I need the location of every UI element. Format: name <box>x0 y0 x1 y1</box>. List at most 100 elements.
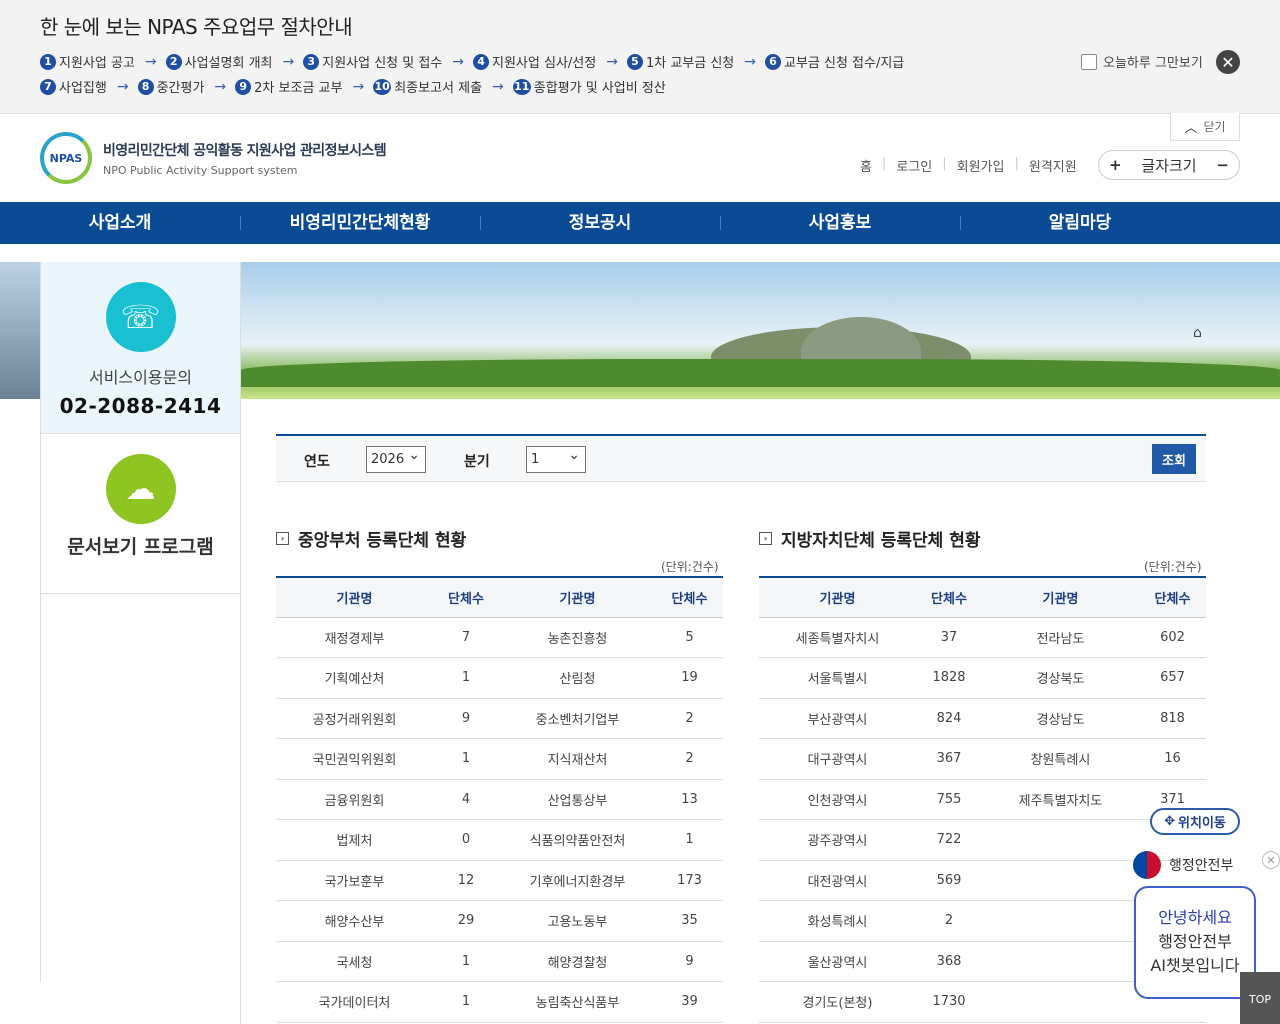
org-count-cell: 0 <box>433 819 499 861</box>
guide-close-tab[interactable]: ︿ 닫기 <box>1170 113 1240 141</box>
arrow-right-icon: → <box>116 78 129 95</box>
service-inquiry-box: ☏ 서비스이용문의 02-2088-2414 <box>41 262 240 434</box>
guide-step: 6 교부금 신청 접수/지급 <box>764 52 905 71</box>
table-row: 공정거래위원회 9 중소벤처기업부 2 <box>276 698 723 739</box>
home-icon[interactable]: ⌂ <box>1193 325 1202 341</box>
year-select[interactable]: 2026 <box>366 443 426 473</box>
agency-name-cell: 서울특별시 <box>759 657 916 699</box>
step-number-badge: 1 <box>40 53 56 70</box>
step-label: 최종보고서 제출 <box>394 81 483 96</box>
doc-viewer-label: 문서보기 프로그램 <box>67 536 214 558</box>
sidebar: ☏ 서비스이용문의 02-2088-2414 ☁ 문서보기 프로그램 <box>41 262 241 1024</box>
font-decrease-button[interactable]: − <box>1216 156 1229 174</box>
font-increase-button[interactable]: + <box>1109 156 1122 174</box>
table-row: 해양수산부 29 고용노동부 35 <box>276 900 723 942</box>
agency-name-cell: 대구광역시 <box>759 738 916 780</box>
agency-name-cell: 경상남도 <box>982 698 1139 739</box>
step-number-badge: 10 <box>373 78 392 95</box>
org-count-cell: 2 <box>656 698 723 739</box>
phone-chat-icon: ☏ <box>105 282 176 352</box>
service-phone: 02-2088-2414 <box>59 394 222 418</box>
agency-name-cell: 국세청 <box>276 941 433 982</box>
remote-support-link[interactable]: 원격지원 <box>1029 156 1077 175</box>
font-size-control: + 글자크기 − <box>1098 150 1240 180</box>
org-count-cell: 1 <box>433 738 499 780</box>
table-row: 인천광역시 755 제주특별자치도 371 <box>759 779 1206 820</box>
step-number-badge: 11 <box>512 78 531 95</box>
org-count-cell: 16 <box>1139 738 1206 780</box>
step-number-badge: 7 <box>40 78 56 95</box>
step-number-badge: 9 <box>235 78 252 95</box>
step-label: 사업집행 <box>59 81 107 96</box>
table-row: 국민권익위원회 1 지식재산처 2 <box>276 738 723 780</box>
today-label: 오늘하루 그만보기 <box>1103 56 1203 71</box>
org-count-cell: 602 <box>1139 617 1206 658</box>
agency-name-cell: 농림축산식품부 <box>499 981 656 1023</box>
table-row: 대구광역시 367 창원특례시 16 <box>759 738 1206 780</box>
org-count-cell: 35 <box>656 900 723 942</box>
agency-name-cell: 산업통상부 <box>499 779 656 820</box>
arrow-right-icon: → <box>606 53 618 70</box>
search-button[interactable]: 조회 <box>1152 444 1196 474</box>
central-section-title: › 중앙부처 등록단체 현황 <box>276 526 466 551</box>
signup-link[interactable]: 회원가입 <box>957 156 1005 175</box>
arrow-right-icon: → <box>352 78 365 95</box>
org-count-cell: 5 <box>656 617 723 658</box>
agency-name-cell: 공정거래위원회 <box>276 698 433 739</box>
today-dismiss[interactable]: 오늘하루 그만보기 <box>1081 52 1203 71</box>
local-title-text: 지방자치단체 등록단체 현황 <box>781 531 981 551</box>
nav-item-intro[interactable]: 사업소개 <box>0 202 240 244</box>
close-tab-label: 닫기 <box>1203 120 1226 134</box>
home-link[interactable]: 홈 <box>860 156 872 175</box>
location-move-button[interactable]: ✥ 위치이동 <box>1150 808 1240 835</box>
section-bullet-icon: › <box>276 532 289 545</box>
chatbot-bubble[interactable]: 안녕하세요 행정안전부 AI챗봇입니다 <box>1134 886 1256 999</box>
org-count-cell: 1828 <box>916 657 982 699</box>
guide-step: 3 지원사업 신청 및 접수 <box>303 52 442 71</box>
step-label: 사업설명회 개최 <box>184 56 273 71</box>
org-count-cell: 9 <box>433 698 499 739</box>
step-number-badge: 3 <box>303 53 320 70</box>
nav-item-promotion[interactable]: 사업홍보 <box>720 202 960 244</box>
col-header: 단체수 <box>433 576 499 618</box>
chat-line2: 행정안전부 <box>1158 932 1232 951</box>
quarter-select[interactable]: 1 <box>526 443 586 473</box>
arrow-right-icon: → <box>144 53 157 70</box>
agency-name-cell: 재정경제부 <box>276 617 433 658</box>
org-count-cell: 39 <box>656 981 723 1023</box>
scroll-top-button[interactable]: TOP <box>1240 972 1280 1024</box>
guide-step: 1 지원사업 공고 <box>40 52 135 71</box>
org-count-cell: 37 <box>916 617 982 658</box>
step-label: 교부금 신청 접수/지급 <box>783 56 905 71</box>
nav-item-status[interactable]: 비영리민간단체현황 <box>240 202 480 244</box>
agency-name-cell: 식품의약품안전처 <box>499 819 656 861</box>
guide-step: 9 2차 보조금 교부 <box>235 77 342 96</box>
doc-viewer-box[interactable]: ☁ 문서보기 프로그램 <box>41 434 240 594</box>
org-count-cell: 657 <box>1139 657 1206 699</box>
step-label: 1차 교부금 신청 <box>645 56 735 71</box>
today-checkbox[interactable] <box>1081 53 1097 70</box>
col-header: 기관명 <box>759 576 916 618</box>
search-filter-bar: 연도 2026 분기 1 조회 <box>276 434 1206 482</box>
agency-name-cell: 광주광역시 <box>759 819 916 861</box>
guide-step: 7 사업집행 <box>40 77 107 96</box>
location-move-label: 위치이동 <box>1178 816 1226 831</box>
step-number-badge: 8 <box>137 78 154 95</box>
table-row: 법제처 0 식품의약품안전처 1 <box>276 819 723 861</box>
nav-item-notice[interactable]: 알림마당 <box>960 202 1200 244</box>
close-icon[interactable]: ✕ <box>1216 50 1240 74</box>
guide-title: 한 눈에 보는 NPAS 주요업무 절차안내 <box>40 15 353 39</box>
login-link[interactable]: 로그인 <box>896 156 932 175</box>
org-count-cell: 1730 <box>916 981 982 1023</box>
agency-name-cell: 세종특별자치시 <box>759 617 916 658</box>
step-number-badge: 2 <box>165 53 182 70</box>
guide-step: 2 사업설명회 개최 <box>165 52 273 71</box>
table-row: 부산광역시 824 경상남도 818 <box>759 698 1206 739</box>
nav-item-disclosure[interactable]: 정보공시 <box>480 202 720 244</box>
guide-step: 11 종합평가 및 사업비 정산 <box>512 77 666 96</box>
central-title-text: 중앙부처 등록단체 현황 <box>298 531 467 551</box>
site-logo[interactable]: NPAS 비영리민간단체 공익활동 지원사업 관리정보시스템 NPO Publi… <box>40 132 387 184</box>
chatbot-close-icon[interactable]: ✕ <box>1262 851 1280 869</box>
agency-name-cell: 경기도(본청) <box>759 981 916 1023</box>
agency-name-cell: 울산광역시 <box>759 941 916 982</box>
